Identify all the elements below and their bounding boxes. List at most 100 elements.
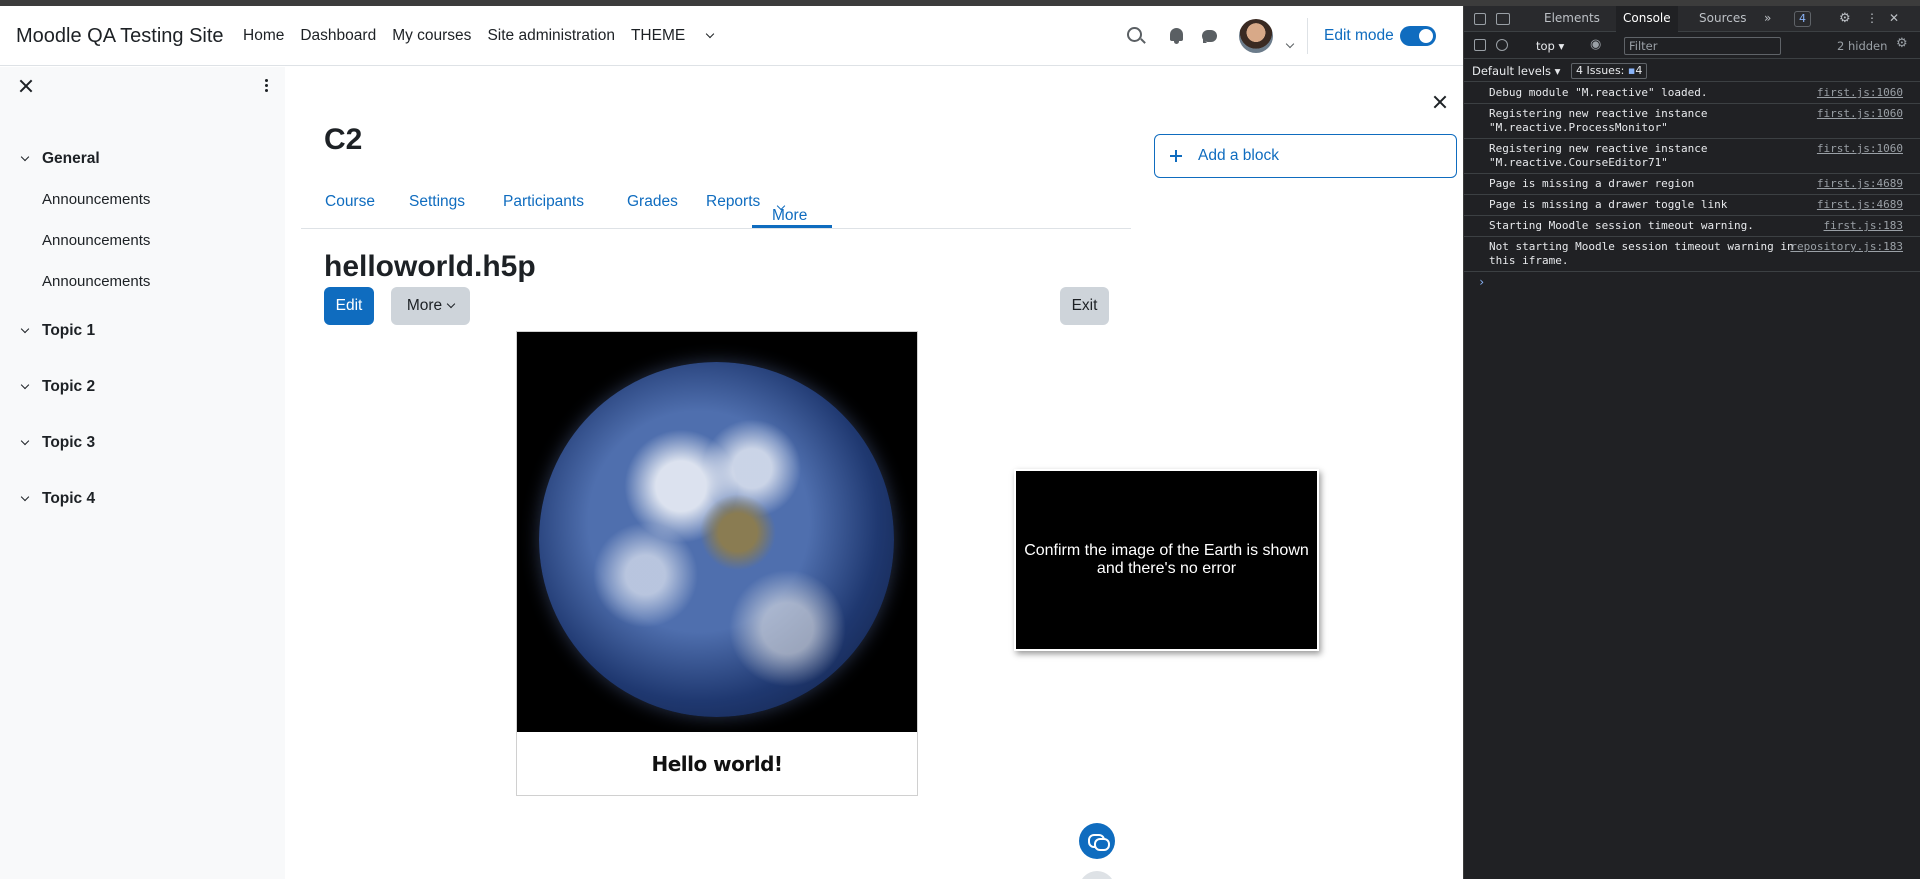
exit-button[interactable]: Exit	[1060, 287, 1109, 325]
test-instruction-text: Confirm the image of the Earth is shown …	[1024, 542, 1309, 577]
user-menu-chevron-down-icon[interactable]	[1281, 34, 1295, 52]
edit-mode-label: Edit mode	[1324, 27, 1394, 44]
settings-gear-icon[interactable]: ⚙	[1839, 11, 1851, 26]
close-devtools-icon[interactable]: ✕	[1889, 11, 1899, 25]
more-actions-label: More	[406, 297, 443, 314]
console-log-entry: Registering new reactive instance "M.rea…	[1464, 139, 1920, 174]
plus-icon	[1170, 150, 1182, 162]
tab-grades[interactable]: Grades	[627, 193, 678, 211]
inspect-element-icon[interactable]	[1474, 13, 1486, 25]
activity-title: helloworld.h5p	[324, 250, 536, 283]
tab-console[interactable]: Console	[1616, 6, 1678, 32]
tab-elements[interactable]: Elements	[1544, 11, 1600, 25]
console-input-prompt[interactable]: ›	[1464, 272, 1920, 292]
section-topic-1[interactable]: Topic 1	[20, 322, 95, 340]
log-source-link[interactable]: first.js:4689	[1817, 198, 1903, 212]
tab-participants[interactable]: Participants	[503, 193, 584, 211]
section-topic-2[interactable]: Topic 2	[20, 378, 95, 396]
log-message: Registering new reactive instance "M.rea…	[1489, 142, 1715, 169]
device-toolbar-icon[interactable]	[1496, 13, 1510, 25]
console-log-entry: Page is missing a drawer region first.js:…	[1464, 174, 1920, 195]
log-message: Page is missing a drawer toggle link	[1489, 198, 1728, 211]
nav-dashboard[interactable]: Dashboard	[300, 27, 376, 45]
console-log-entry: Debug module "M.reactive" loaded. first.j…	[1464, 83, 1920, 104]
search-icon[interactable]	[1127, 27, 1142, 42]
tab-sources[interactable]: Sources	[1699, 11, 1746, 25]
issues-count: 4	[1635, 64, 1643, 77]
devtools-tab-bar: Elements Console Sources » 4 ⚙ ⋮ ✕	[1464, 6, 1920, 32]
chat-bubble-button[interactable]	[1079, 823, 1115, 859]
earth-image	[539, 362, 894, 717]
console-filter-input[interactable]: Filter	[1624, 37, 1781, 55]
course-item-announcements-3[interactable]: Announcements	[42, 273, 150, 290]
nav-theme-dropdown[interactable]: THEME	[631, 27, 729, 45]
messages-icon[interactable]	[1202, 30, 1217, 43]
course-index-options-icon[interactable]	[265, 79, 269, 93]
issues-button[interactable]: 4 Issues: ▪4	[1571, 63, 1648, 79]
course-index-drawer: General Announcements Announcements Anno…	[0, 67, 285, 879]
log-source-link[interactable]: first.js:4689	[1817, 177, 1903, 191]
tab-more-label: More	[772, 207, 808, 224]
section-topic-2-label: Topic 2	[42, 378, 96, 395]
close-block-drawer-icon[interactable]	[1433, 95, 1447, 109]
course-item-announcements-1[interactable]: Announcements	[42, 191, 150, 208]
issues-label: 4 Issues:	[1576, 64, 1625, 77]
log-message: Debug module "M.reactive" loaded.	[1489, 86, 1708, 99]
course-item-announcements-2[interactable]: Announcements	[42, 232, 150, 249]
hidden-messages-count: 2 hidden	[1837, 39, 1888, 53]
log-source-link[interactable]: first.js:183	[1824, 219, 1903, 233]
clear-console-icon[interactable]	[1496, 39, 1508, 51]
log-message: Starting Moodle session timeout warning.	[1489, 219, 1754, 232]
section-topic-4[interactable]: Topic 4	[20, 490, 95, 508]
customize-menu-icon[interactable]: ⋮	[1866, 11, 1878, 25]
user-avatar[interactable]	[1239, 19, 1273, 53]
add-block-label: Add a block	[1198, 147, 1279, 164]
add-block-button[interactable]: Add a block	[1154, 134, 1457, 178]
edit-button[interactable]: Edit	[324, 287, 374, 325]
console-settings-icon[interactable]: ⚙	[1896, 36, 1908, 51]
nav-site-administration[interactable]: Site administration	[487, 27, 615, 45]
devtools-panel: Elements Console Sources » 4 ⚙ ⋮ ✕ top ▾…	[1463, 6, 1920, 879]
primary-navigation: Home Dashboard My courses Site administr…	[243, 6, 745, 66]
console-log-entry: Starting Moodle session timeout warning.…	[1464, 216, 1920, 237]
test-instruction-overlay: Confirm the image of the Earth is shown …	[1014, 469, 1319, 651]
tab-settings[interactable]: Settings	[409, 193, 465, 211]
console-messages: Debug module "M.reactive" loaded. first.j…	[1464, 83, 1920, 292]
live-expression-eye-icon[interactable]: ◉	[1590, 37, 1601, 52]
tab-course[interactable]: Course	[325, 193, 375, 211]
console-log-entry: Registering new reactive instance "M.rea…	[1464, 104, 1920, 139]
issues-count-badge[interactable]: 4	[1794, 11, 1811, 27]
sidebar-toggle-icon[interactable]	[1474, 39, 1486, 51]
console-log-entry: Not starting Moodle session timeout warn…	[1464, 237, 1920, 272]
log-levels-label: Default levels	[1472, 64, 1552, 78]
log-source-link[interactable]: first.js:1060	[1817, 142, 1903, 156]
notification-bell-icon[interactable]	[1170, 28, 1183, 44]
log-source-link[interactable]: first.js:1060	[1817, 107, 1903, 121]
chevron-down-icon	[20, 436, 30, 446]
section-topic-3[interactable]: Topic 3	[20, 434, 95, 452]
log-message: Page is missing a drawer region	[1489, 177, 1695, 190]
section-general[interactable]: General	[20, 150, 100, 168]
nav-home[interactable]: Home	[243, 27, 284, 45]
navbar-divider	[1307, 18, 1308, 54]
close-course-index-icon[interactable]	[19, 79, 33, 93]
site-brand[interactable]: Moodle QA Testing Site	[16, 25, 224, 48]
footer-help-button[interactable]	[1079, 871, 1115, 879]
nav-my-courses[interactable]: My courses	[392, 27, 471, 45]
log-source-link[interactable]: first.js:1060	[1817, 86, 1903, 100]
log-source-link[interactable]: repository.js:183	[1790, 240, 1903, 254]
chevron-down-icon	[20, 324, 30, 334]
tab-reports[interactable]: Reports	[706, 193, 760, 211]
more-actions-button[interactable]: More	[391, 287, 470, 325]
nav-theme-label: THEME	[630, 27, 686, 44]
log-levels-dropdown[interactable]: Default levels ▾	[1472, 64, 1560, 78]
chevron-down-icon	[446, 299, 456, 309]
moodle-page: Moodle QA Testing Site Home Dashboard My…	[0, 6, 1463, 879]
section-general-label: General	[42, 150, 100, 167]
edit-mode-toggle[interactable]	[1400, 26, 1436, 46]
context-selector[interactable]: top ▾	[1536, 39, 1564, 53]
more-tabs-icon[interactable]: »	[1764, 11, 1771, 25]
log-message: Not starting Moodle session timeout warn…	[1489, 240, 1801, 267]
course-title: C2	[324, 123, 363, 156]
h5p-image-container	[517, 332, 917, 732]
